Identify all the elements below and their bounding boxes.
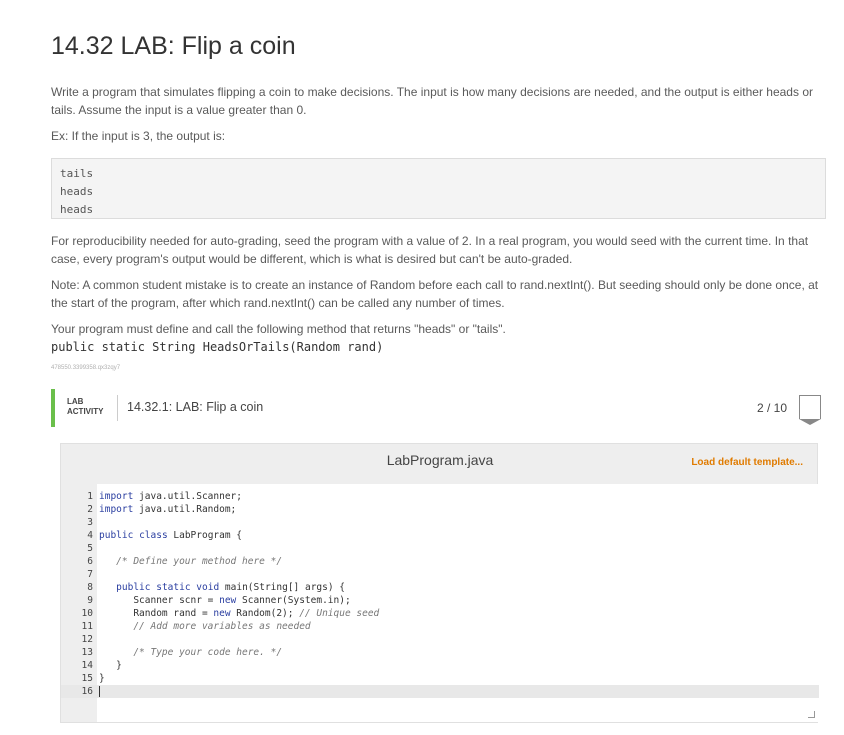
code-input-area[interactable]: 1 import java.util.Scanner; 2 import java.u…	[61, 484, 819, 722]
code-text: Scanner scnr = new Scanner(System.in);	[99, 595, 351, 606]
code-text: // Add more variables as needed	[133, 621, 311, 632]
code-text: public static void main(String[] args) {	[116, 582, 346, 593]
code-line[interactable]: 1 import java.util.Scanner;	[61, 490, 819, 503]
line-number: 1	[87, 491, 93, 502]
sample-output-line: tails	[60, 167, 94, 180]
code-line[interactable]: 3	[61, 516, 819, 529]
divider	[117, 395, 118, 421]
line-number: 8	[87, 582, 93, 593]
line-number: 3	[87, 517, 93, 528]
page-title: 14.32 LAB: Flip a coin	[51, 32, 296, 60]
line-number: 13	[81, 647, 93, 658]
line-number: 6	[87, 556, 93, 567]
code-line[interactable]: 16	[61, 685, 819, 698]
line-number: 12	[81, 634, 93, 645]
text-cursor	[99, 686, 100, 697]
lab-badge-line: ACTIVITY	[67, 407, 104, 416]
code-line[interactable]: 15}	[61, 672, 819, 685]
code-text: import java.util.Random;	[99, 504, 237, 515]
line-number: 2	[87, 504, 93, 515]
line-number: 5	[87, 543, 93, 554]
code-line[interactable]: 14 }	[61, 659, 819, 672]
code-text: /* Type your code here. */	[133, 647, 283, 658]
code-line[interactable]: 9 Scanner scnr = new Scanner(System.in);	[61, 594, 819, 607]
code-text: }	[99, 673, 105, 684]
line-number: 15	[81, 673, 93, 684]
sample-output-line: heads	[60, 203, 94, 216]
code-lines: 1 import java.util.Scanner; 2 import java.u…	[61, 490, 819, 698]
code-editor: LabProgram.java Load default template...…	[60, 443, 819, 723]
line-number: 11	[81, 621, 93, 632]
code-text: import java.util.Scanner;	[99, 491, 242, 502]
tracking-tag: 478550.3399358.qx3zqy7	[51, 365, 121, 371]
line-number: 14	[81, 660, 93, 671]
line-number: 9	[87, 595, 93, 606]
code-line[interactable]: 6 /* Define your method here */	[61, 555, 819, 568]
line-number: 10	[81, 608, 93, 619]
method-intro: Your program must define and call the fo…	[51, 322, 506, 336]
code-line[interactable]: 13 /* Type your code here. */	[61, 646, 819, 659]
score-text: 2 / 10	[756, 401, 787, 415]
code-line[interactable]: 12	[61, 633, 819, 646]
code-text: Random rand = new Random(2); // Unique s…	[99, 608, 380, 619]
code-line[interactable]: 4 public class LabProgram {	[61, 529, 819, 542]
code-text: /* Define your method here */	[116, 556, 283, 567]
seed-note: For reproducibility needed for auto-grad…	[51, 234, 809, 266]
example-intro: Ex: If the input is 3, the output is:	[51, 129, 226, 143]
line-number: 4	[87, 530, 93, 541]
sample-output-box: tails heads heads	[51, 158, 826, 219]
method-signature: public static String HeadsOrTails(Random…	[51, 340, 384, 354]
lab-badge: LAB ACTIVITY	[67, 397, 103, 417]
code-line[interactable]: 8 public static void main(String[] args)…	[61, 581, 819, 594]
code-text: }	[99, 660, 122, 671]
code-text	[99, 685, 100, 698]
load-default-template-link[interactable]: Load default template...	[691, 457, 803, 468]
line-number: 16	[81, 686, 93, 697]
code-line[interactable]: 5	[61, 542, 819, 555]
score-badge-icon	[799, 395, 821, 425]
code-line[interactable]: 11 // Add more variables as needed	[61, 620, 819, 633]
code-text: public class LabProgram {	[99, 530, 243, 541]
resize-handle-icon[interactable]	[808, 711, 815, 718]
code-line[interactable]: 2 import java.util.Random;	[61, 503, 819, 516]
code-line[interactable]: 10 Random rand = new Random(2); // Uniqu…	[61, 607, 819, 620]
lab-title: 14.32.1: LAB: Flip a coin	[127, 400, 264, 414]
line-number: 7	[87, 569, 93, 580]
lab-badge-line: LAB	[67, 397, 84, 406]
intro-paragraph: Write a program that simulates flipping …	[51, 85, 813, 117]
code-line[interactable]: 7	[61, 568, 819, 581]
lab-activity-header: LAB ACTIVITY 14.32.1: LAB: Flip a coin 2…	[51, 389, 827, 427]
mistake-note: Note: A common student mistake is to cre…	[51, 278, 819, 310]
sample-output-line: heads	[60, 185, 94, 198]
